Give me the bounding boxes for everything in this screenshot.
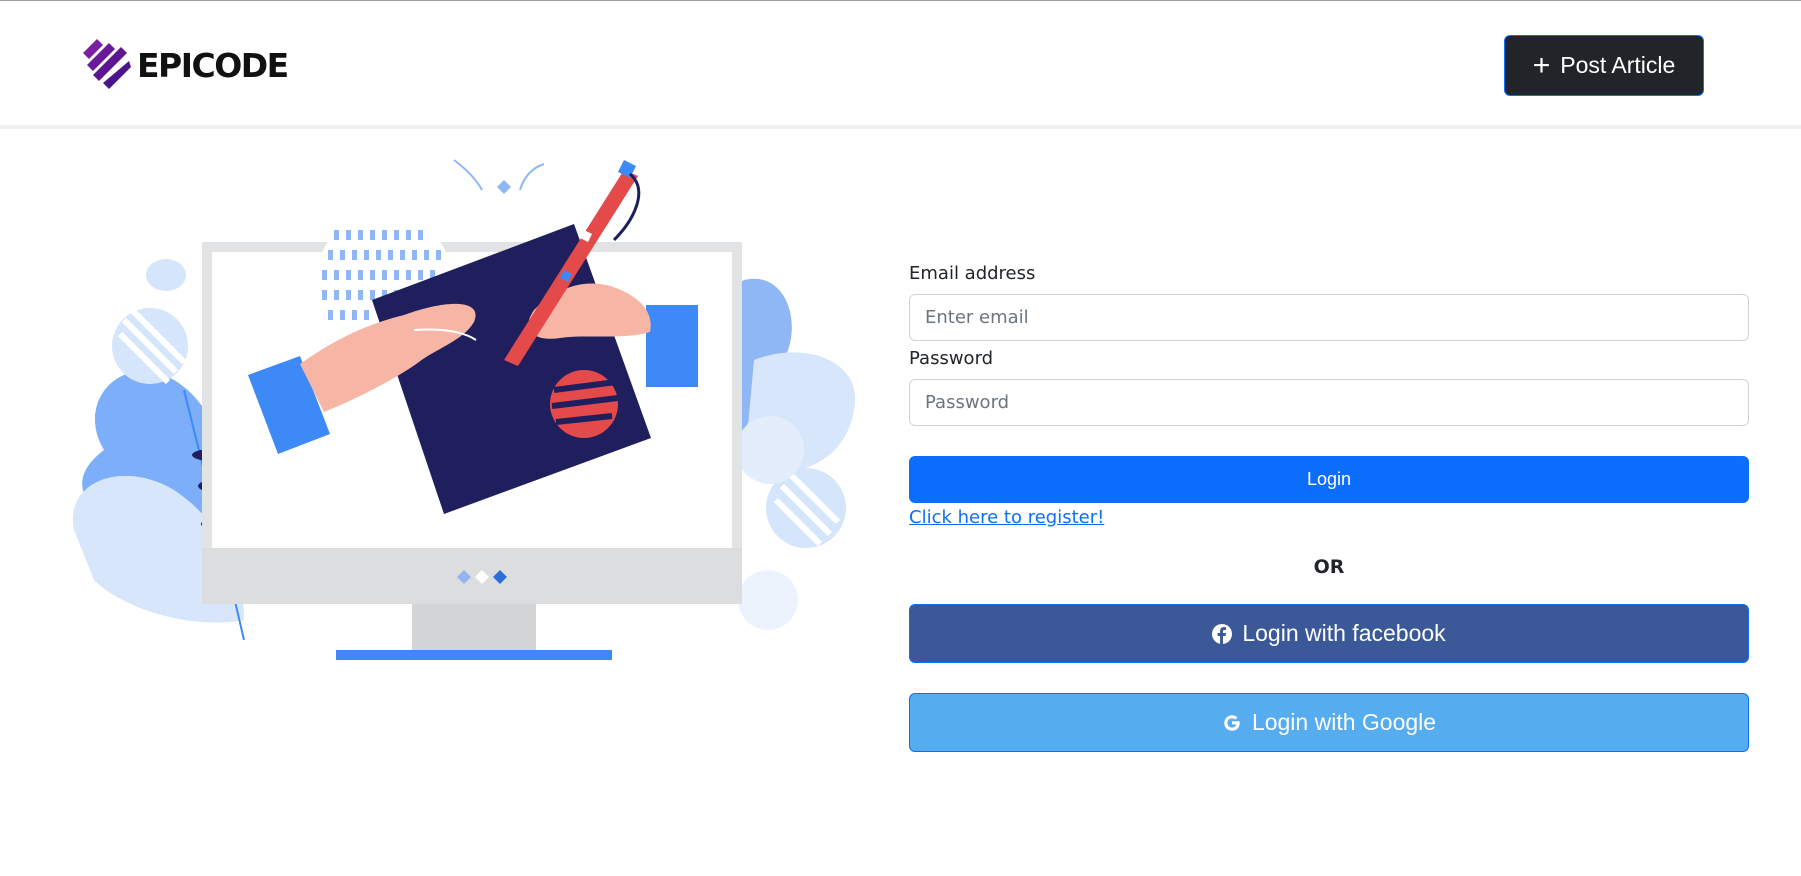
password-field[interactable] xyxy=(909,379,1749,426)
login-button-label: Login xyxy=(1306,469,1352,489)
plus-icon: + xyxy=(1532,48,1551,82)
google-login-label: Login with Google xyxy=(1251,709,1437,735)
brand-name: EPICODE xyxy=(137,45,289,85)
login-form: Email address Password Login Click here … xyxy=(909,262,1749,752)
email-field[interactable] xyxy=(909,294,1749,341)
facebook-icon xyxy=(1212,623,1233,644)
register-link[interactable]: Click here to register! xyxy=(909,507,1104,528)
facebook-login-label: Login with facebook xyxy=(1242,620,1446,646)
email-label: Email address xyxy=(909,263,1036,284)
google-login-button[interactable]: Login with Google xyxy=(909,693,1749,752)
login-illustration xyxy=(72,159,856,660)
epicode-logo-icon xyxy=(83,39,131,89)
post-article-button[interactable]: + Post Article xyxy=(1504,35,1704,96)
or-divider: OR xyxy=(1313,556,1345,578)
password-label: Password xyxy=(909,348,994,369)
post-article-label: Post Article xyxy=(1560,52,1676,78)
login-button[interactable]: Login xyxy=(909,456,1749,503)
google-icon xyxy=(1224,714,1240,731)
navbar: EPICODE + Post Article xyxy=(0,1,1801,129)
facebook-login-button[interactable]: Login with facebook xyxy=(909,604,1749,663)
brand-logo[interactable]: EPICODE xyxy=(83,39,289,91)
